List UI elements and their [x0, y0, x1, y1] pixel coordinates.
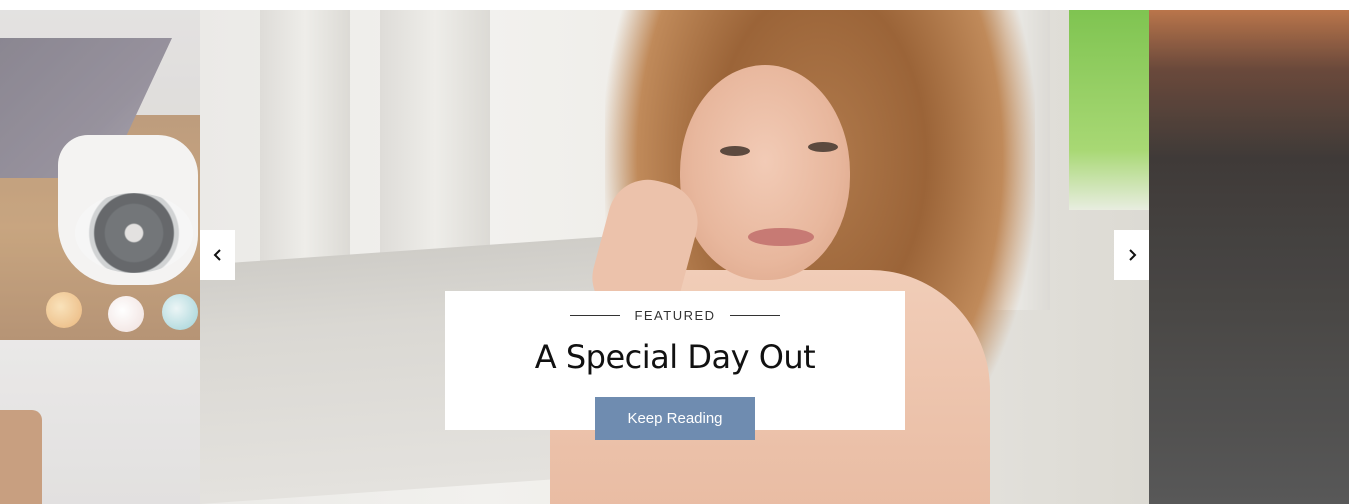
slide-overlay — [1149, 10, 1349, 504]
chevron-left-icon — [213, 249, 221, 261]
chevron-right-icon — [1128, 249, 1136, 261]
slide-title[interactable]: A Special Day Out — [445, 338, 905, 376]
kicker-divider-right — [729, 315, 780, 316]
keep-reading-button[interactable]: Keep Reading — [595, 397, 755, 440]
eye-image-part — [720, 146, 750, 156]
featured-label: FEATURED — [634, 308, 716, 323]
slider-next-button[interactable] — [1114, 230, 1149, 280]
kicker-row: FEATURED — [445, 308, 905, 323]
slider-prev-button[interactable] — [200, 230, 235, 280]
lips-image-part — [748, 228, 814, 246]
slide-next-peek[interactable] — [1149, 10, 1349, 504]
slide-overlay — [0, 10, 200, 504]
face-image-part — [680, 65, 850, 280]
slide-caption-card: FEATURED A Special Day Out Keep Reading — [445, 291, 905, 440]
eye-image-part — [808, 142, 838, 152]
foliage-image-part — [1069, 10, 1149, 210]
kicker-divider-left — [570, 315, 621, 316]
slide-previous-peek[interactable] — [0, 10, 200, 504]
